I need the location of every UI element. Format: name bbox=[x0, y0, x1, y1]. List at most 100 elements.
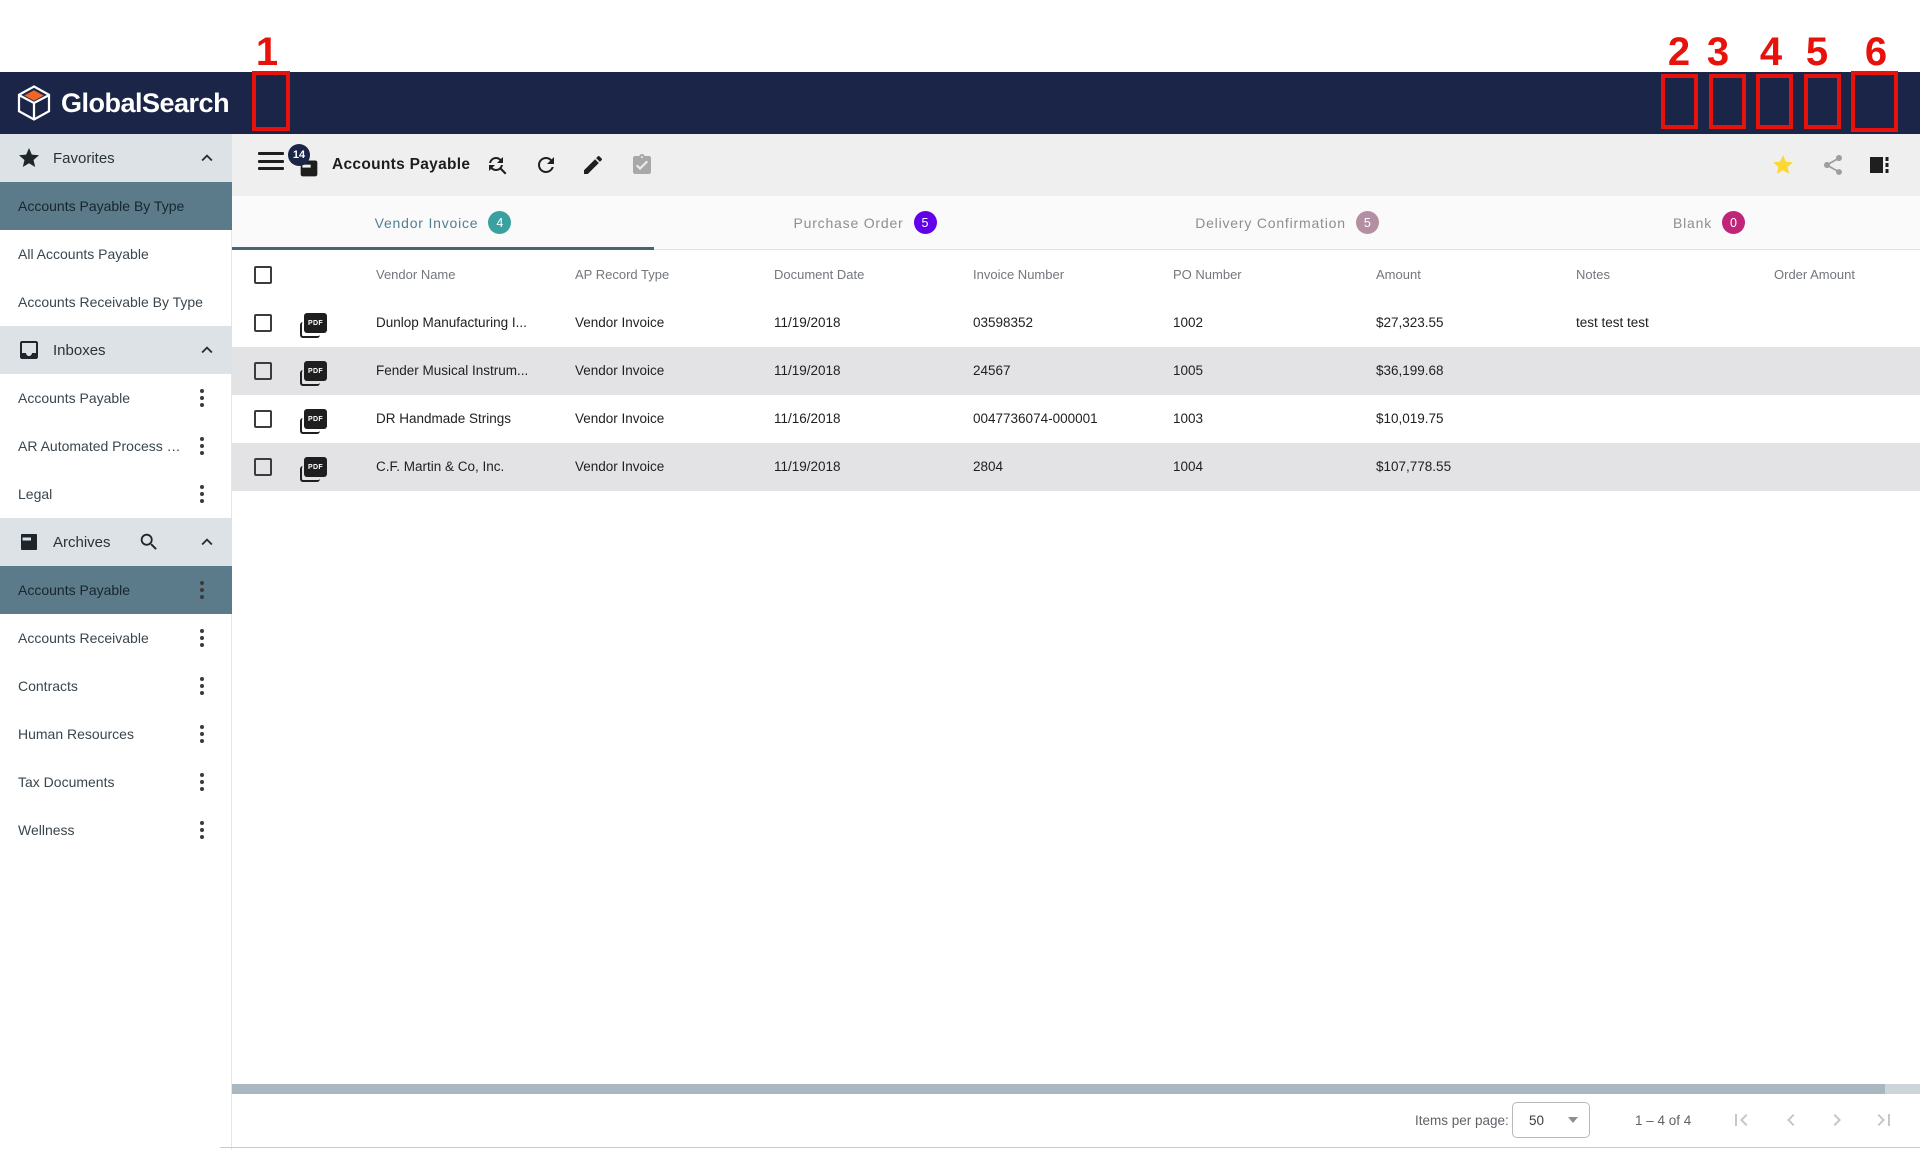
refresh-icon[interactable] bbox=[534, 153, 558, 177]
previous-page-icon[interactable] bbox=[1779, 1108, 1803, 1132]
cell-amount: $36,199.68 bbox=[1376, 347, 1444, 395]
app-logo: GlobalSearch bbox=[16, 72, 229, 134]
row-checkbox[interactable] bbox=[254, 362, 272, 380]
sidebar-item-label: Accounts Payable bbox=[18, 582, 130, 598]
sidebar-item-archive-accounts-payable[interactable]: Accounts Payable bbox=[0, 566, 232, 614]
annotation-box-6 bbox=[1851, 71, 1898, 132]
row-checkbox[interactable] bbox=[254, 410, 272, 428]
sidebar-item-accounts-receivable-by-type[interactable]: Accounts Receivable By Type bbox=[0, 278, 232, 326]
table-row[interactable]: PDF C.F. Martin & Co, Inc. Vendor Invoic… bbox=[232, 443, 1920, 491]
sidebar: Favorites Accounts Payable By Type All A… bbox=[0, 134, 232, 1150]
tab-count-badge: 5 bbox=[1356, 211, 1379, 234]
sidebar-item-label: Legal bbox=[18, 486, 52, 502]
annotation-box-1 bbox=[252, 71, 290, 131]
next-page-icon[interactable] bbox=[1825, 1108, 1849, 1132]
tasks-done-icon[interactable] bbox=[630, 153, 654, 177]
last-page-icon[interactable] bbox=[1872, 1108, 1896, 1132]
section-header-favorites[interactable]: Favorites bbox=[0, 134, 232, 182]
select-all-checkbox[interactable] bbox=[254, 266, 272, 284]
cell-invoice-number: 24567 bbox=[973, 347, 1011, 395]
sidebar-item-label: Accounts Payable By Type bbox=[18, 198, 184, 214]
section-header-inboxes[interactable]: Inboxes bbox=[0, 326, 232, 374]
cell-invoice-number: 03598352 bbox=[973, 299, 1033, 347]
row-checkbox[interactable] bbox=[254, 314, 272, 332]
sidebar-item-ar-automated-process[interactable]: AR Automated Process … bbox=[0, 422, 232, 470]
chevron-up-icon[interactable] bbox=[196, 339, 218, 361]
cell-ap-record-type: Vendor Invoice bbox=[575, 347, 664, 395]
kebab-menu-icon[interactable] bbox=[200, 389, 204, 407]
kebab-menu-icon[interactable] bbox=[200, 629, 204, 647]
column-header-vendor-name[interactable]: Vendor Name bbox=[376, 250, 456, 299]
kebab-menu-icon[interactable] bbox=[200, 773, 204, 791]
kebab-menu-icon[interactable] bbox=[200, 725, 204, 743]
column-header-ap-record-type[interactable]: AP Record Type bbox=[575, 250, 669, 299]
items-per-page-select[interactable]: 50 bbox=[1512, 1102, 1590, 1138]
tab-purchase-order[interactable]: Purchase Order 5 bbox=[654, 196, 1076, 249]
column-header-invoice-number[interactable]: Invoice Number bbox=[973, 250, 1064, 299]
menu-icon[interactable] bbox=[258, 152, 284, 178]
view-layout-icon[interactable] bbox=[1867, 153, 1891, 177]
search-again-icon[interactable] bbox=[485, 153, 509, 177]
annotation-box-4 bbox=[1756, 74, 1793, 129]
tab-label: Purchase Order bbox=[793, 215, 903, 231]
brand-name: GlobalSearch bbox=[61, 88, 229, 119]
column-header-amount[interactable]: Amount bbox=[1376, 250, 1421, 299]
count-badge: 14 bbox=[288, 144, 310, 166]
sidebar-item-inbox-accounts-payable[interactable]: Accounts Payable bbox=[0, 374, 232, 422]
sidebar-item-all-accounts-payable[interactable]: All Accounts Payable bbox=[0, 230, 232, 278]
pdf-document-icon[interactable]: PDF bbox=[304, 313, 327, 333]
favorite-star-icon[interactable] bbox=[1771, 153, 1795, 177]
pdf-document-icon[interactable]: PDF bbox=[304, 457, 327, 477]
table-header: Vendor Name AP Record Type Document Date… bbox=[232, 250, 1920, 299]
annotation-number-1: 1 bbox=[256, 30, 278, 75]
tab-count-badge: 4 bbox=[488, 211, 511, 234]
column-header-po-number[interactable]: PO Number bbox=[1173, 250, 1242, 299]
table-row[interactable]: PDF DR Handmade Strings Vendor Invoice 1… bbox=[232, 395, 1920, 443]
search-icon[interactable] bbox=[138, 531, 160, 553]
sidebar-item-contracts[interactable]: Contracts bbox=[0, 662, 232, 710]
content-toolbar: 14 Accounts Payable bbox=[232, 134, 1920, 196]
sidebar-item-human-resources[interactable]: Human Resources bbox=[0, 710, 232, 758]
row-checkbox[interactable] bbox=[254, 458, 272, 476]
kebab-menu-icon[interactable] bbox=[200, 821, 204, 839]
sidebar-item-wellness[interactable]: Wellness bbox=[0, 806, 232, 854]
column-header-notes[interactable]: Notes bbox=[1576, 250, 1610, 299]
cell-notes: test test test bbox=[1576, 299, 1649, 347]
chevron-up-icon[interactable] bbox=[196, 147, 218, 169]
chevron-up-icon[interactable] bbox=[196, 531, 218, 553]
table-row[interactable]: PDF Dunlop Manufacturing I... Vendor Inv… bbox=[232, 299, 1920, 347]
kebab-menu-icon[interactable] bbox=[200, 677, 204, 695]
sidebar-item-accounts-receivable[interactable]: Accounts Receivable bbox=[0, 614, 232, 662]
sidebar-item-label: AR Automated Process … bbox=[18, 438, 181, 454]
edit-icon[interactable] bbox=[581, 153, 605, 177]
column-header-order-amount[interactable]: Order Amount bbox=[1774, 250, 1855, 299]
cell-ap-record-type: Vendor Invoice bbox=[575, 395, 664, 443]
sidebar-item-label: Accounts Receivable bbox=[18, 630, 149, 646]
annotation-number-4: 4 bbox=[1760, 30, 1782, 75]
section-header-archives[interactable]: Archives bbox=[0, 518, 232, 566]
share-icon[interactable] bbox=[1821, 153, 1845, 177]
column-header-document-date[interactable]: Document Date bbox=[774, 250, 864, 299]
cell-po-number: 1005 bbox=[1173, 347, 1203, 395]
table-row[interactable]: PDF Fender Musical Instrum... Vendor Inv… bbox=[232, 347, 1920, 395]
tab-vendor-invoice[interactable]: Vendor Invoice 4 bbox=[232, 196, 654, 249]
kebab-menu-icon[interactable] bbox=[200, 485, 204, 503]
scrollbar-thumb[interactable] bbox=[232, 1084, 1885, 1094]
pdf-document-icon[interactable]: PDF bbox=[304, 361, 327, 381]
kebab-menu-icon[interactable] bbox=[200, 437, 204, 455]
annotation-number-5: 5 bbox=[1806, 30, 1828, 75]
annotation-box-5 bbox=[1804, 74, 1841, 129]
horizontal-scrollbar[interactable] bbox=[232, 1084, 1920, 1094]
sidebar-item-label: Wellness bbox=[18, 822, 75, 838]
first-page-icon[interactable] bbox=[1729, 1108, 1753, 1132]
annotation-box-2 bbox=[1661, 74, 1698, 129]
tab-blank[interactable]: Blank 0 bbox=[1498, 196, 1920, 249]
sidebar-item-tax-documents[interactable]: Tax Documents bbox=[0, 758, 232, 806]
inbox-doc-count: 14 bbox=[288, 144, 324, 184]
cell-vendor-name: C.F. Martin & Co, Inc. bbox=[376, 443, 504, 491]
sidebar-item-legal[interactable]: Legal bbox=[0, 470, 232, 518]
sidebar-item-accounts-payable-by-type[interactable]: Accounts Payable By Type bbox=[0, 182, 232, 230]
kebab-menu-icon[interactable] bbox=[200, 581, 204, 599]
tab-delivery-confirmation[interactable]: Delivery Confirmation 5 bbox=[1076, 196, 1498, 249]
pdf-document-icon[interactable]: PDF bbox=[304, 409, 327, 429]
